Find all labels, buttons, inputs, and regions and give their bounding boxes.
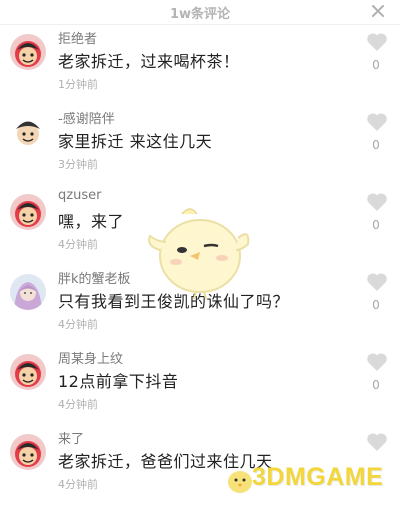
comment-username[interactable]: -感谢陪伴	[58, 108, 115, 127]
comment-text: 老家拆迁，过来喝杯茶！	[58, 52, 240, 71]
watermark-text: 3DMGAME	[252, 463, 384, 491]
like-button[interactable]: 0	[362, 272, 390, 316]
like-button[interactable]: 0	[362, 112, 390, 156]
comment-time: 4分钟前	[58, 318, 98, 331]
heart-icon[interactable]	[366, 192, 388, 212]
comment-username[interactable]: qzuser	[58, 188, 101, 203]
comment-item[interactable]: 周某身上纹 12点前拿下抖音 4分钟前 0	[0, 348, 400, 432]
comment-username[interactable]: 来了	[58, 428, 84, 447]
like-button[interactable]: 0	[362, 192, 390, 236]
comment-text: 12点前拿下抖音	[58, 372, 179, 391]
heart-icon[interactable]	[366, 112, 388, 132]
like-count: 0	[372, 138, 380, 152]
comment-time: 4分钟前	[58, 238, 98, 251]
comment-item[interactable]: -感谢陪伴 家里拆迁 来这住几天 3分钟前 0	[0, 108, 400, 192]
comment-username[interactable]: 胖k的蟹老板	[58, 268, 131, 287]
comments-header: 1w条评论	[0, 0, 400, 25]
like-count: 0	[372, 298, 380, 312]
comment-item[interactable]: 拒绝者 老家拆迁，过来喝杯茶！ 1分钟前 0	[0, 28, 400, 112]
avatar[interactable]	[10, 354, 46, 390]
comment-time: 4分钟前	[58, 478, 98, 491]
like-count: 0	[372, 58, 380, 72]
like-count: 0	[372, 378, 380, 392]
comment-text: 嘿，来了	[58, 212, 125, 231]
like-count: 0	[372, 218, 380, 232]
avatar[interactable]	[10, 114, 46, 150]
heart-icon[interactable]	[366, 272, 388, 292]
close-icon[interactable]	[370, 3, 386, 19]
comment-count-title: 1w条评论	[169, 7, 231, 22]
comment-username[interactable]: 周某身上纹	[58, 348, 123, 367]
avatar[interactable]	[10, 34, 46, 70]
avatar[interactable]	[10, 274, 46, 310]
heart-icon[interactable]	[366, 432, 388, 452]
avatar[interactable]	[10, 434, 46, 470]
chick-mascot-sticker	[148, 208, 250, 300]
comment-time: 4分钟前	[58, 398, 98, 411]
heart-icon[interactable]	[366, 32, 388, 52]
avatar[interactable]	[10, 194, 46, 230]
comment-text: 家里拆迁 来这住几天	[58, 132, 213, 151]
heart-icon[interactable]	[366, 352, 388, 372]
like-button[interactable]: 0	[362, 352, 390, 396]
comment-username[interactable]: 拒绝者	[58, 28, 97, 47]
site-watermark: 3DMGAME	[222, 458, 400, 500]
comment-time: 3分钟前	[58, 158, 98, 171]
comment-time: 1分钟前	[58, 78, 98, 91]
like-button[interactable]: 0	[362, 32, 390, 76]
